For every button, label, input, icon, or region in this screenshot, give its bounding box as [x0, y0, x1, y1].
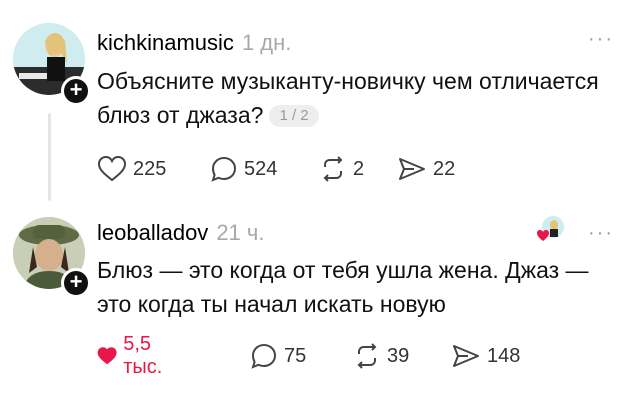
heart-icon: [97, 347, 117, 365]
liked-by-author-avatar: [537, 215, 565, 243]
repost-icon: [357, 343, 377, 369]
share-count: 148: [487, 344, 521, 367]
post-header: leoballadov 21 ч.: [97, 220, 264, 246]
post-text: Объясните музыканту-новичку чем отличает…: [97, 64, 617, 132]
like-count: 5,5 тыс.: [123, 333, 163, 378]
timestamp: 21 ч.: [216, 220, 265, 245]
repost-icon: [323, 156, 343, 182]
thread-line: [48, 113, 51, 201]
send-icon: [399, 158, 425, 180]
comment-bubble-icon: [251, 343, 277, 369]
more-options-icon[interactable]: ···: [588, 222, 614, 245]
like-count: 225: [133, 157, 167, 180]
username[interactable]: kichkinamusic: [97, 30, 234, 55]
comment-count: 524: [244, 157, 278, 180]
post-original: + kichkinamusic 1 дн. ··· Объясните музык…: [0, 0, 640, 201]
heart-icon: [97, 155, 127, 182]
follow-plus-icon[interactable]: +: [61, 268, 91, 298]
like-button[interactable]: 225: [97, 154, 166, 184]
repost-button[interactable]: 39: [353, 341, 409, 371]
author-like-icon: [537, 216, 564, 241]
comment-count: 75: [284, 344, 307, 367]
repost-count: 2: [353, 157, 365, 180]
post-text: Блюз — это когда от тебя ушла жена. Джаз…: [97, 257, 589, 317]
timestamp: 1 дн.: [241, 30, 292, 55]
follow-plus-icon[interactable]: +: [61, 76, 91, 106]
comment-button[interactable]: 524: [210, 154, 277, 184]
post-reply: + leoballadov 21 ч. ··· Блюз — это когда …: [0, 200, 640, 402]
post-header: kichkinamusic 1 дн.: [97, 30, 291, 56]
more-options-icon[interactable]: ···: [588, 28, 614, 51]
like-button[interactable]: 5,5 тыс.: [97, 333, 172, 378]
share-button[interactable]: 22: [397, 154, 455, 184]
send-icon: [453, 345, 479, 367]
repost-count: 39: [387, 344, 410, 367]
share-button[interactable]: 148: [451, 341, 520, 371]
username[interactable]: leoballadov: [97, 220, 208, 245]
post-text-content: Объясните музыканту-новичку чем отличает…: [97, 68, 599, 128]
share-count: 22: [433, 157, 456, 180]
page-indicator: 1 / 2: [269, 105, 319, 127]
comment-button[interactable]: 75: [250, 341, 306, 371]
repost-button[interactable]: 2: [319, 154, 364, 184]
comment-bubble-icon: [211, 156, 237, 182]
